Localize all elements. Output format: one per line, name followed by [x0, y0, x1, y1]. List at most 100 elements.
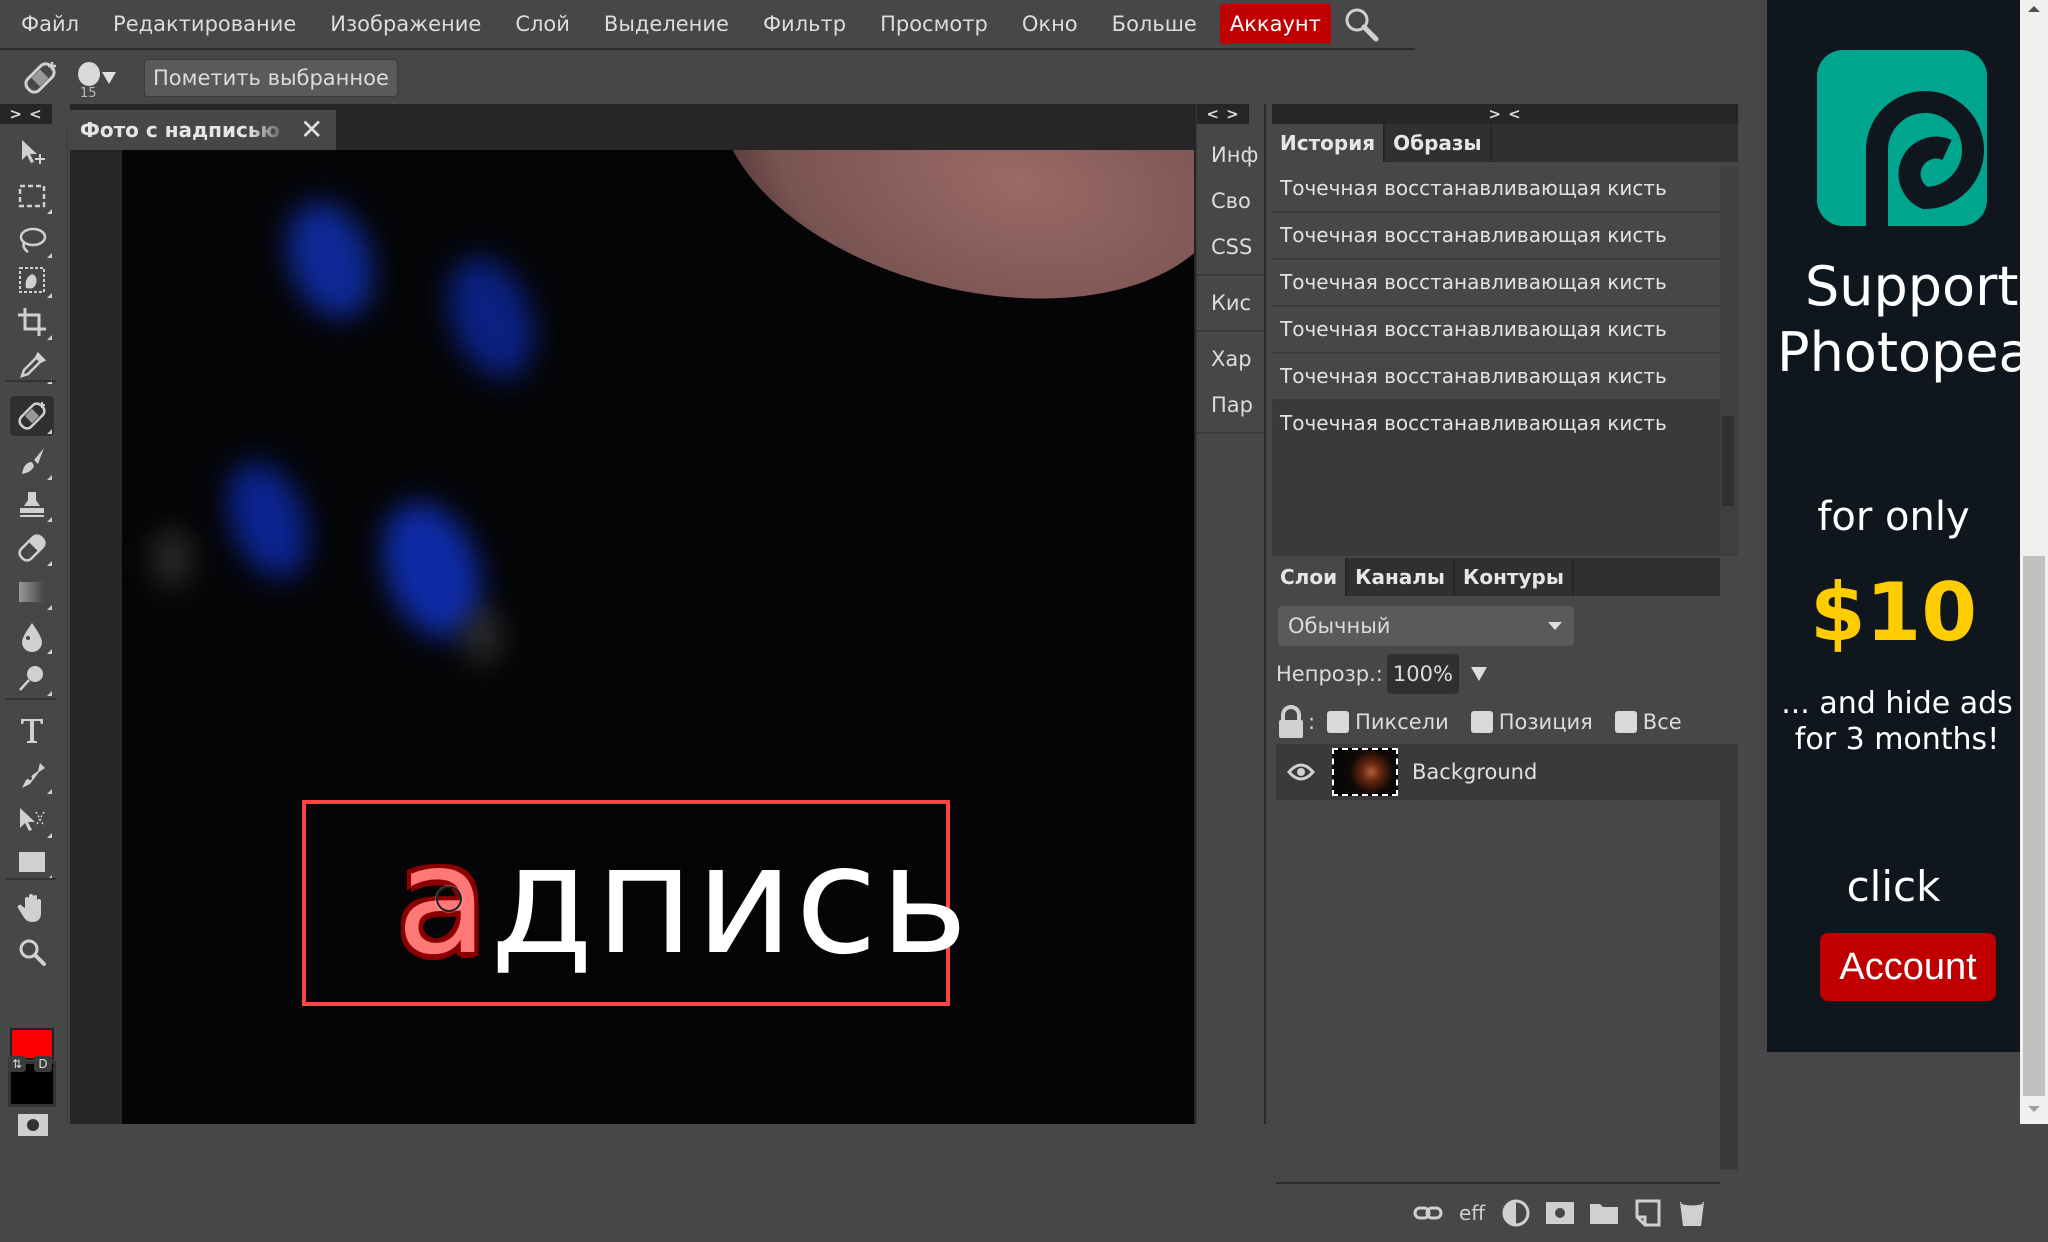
menu-layer[interactable]: Слой	[498, 3, 587, 45]
brush-icon	[22, 448, 44, 474]
lock-pixels-checkbox[interactable]	[1327, 711, 1350, 733]
marquee-tool[interactable]	[10, 176, 54, 216]
history-item[interactable]: Точечная восстанавливающая кисть	[1272, 401, 1720, 446]
brush-tool[interactable]	[10, 442, 54, 482]
mark-selected-button[interactable]: Пометить выбранное	[144, 59, 398, 97]
lasso-tool[interactable]	[10, 220, 54, 260]
tab-swatches[interactable]: Образы	[1385, 124, 1492, 162]
menu-file[interactable]: Файл	[4, 3, 96, 45]
blur-tool[interactable]	[10, 616, 54, 656]
default-colors-button[interactable]: D	[34, 1056, 52, 1072]
effects-icon[interactable]: eff	[1450, 1193, 1494, 1233]
quick-select-tool[interactable]	[10, 260, 54, 300]
spot-healing-tool[interactable]	[10, 396, 54, 436]
opacity-input[interactable]: 100%	[1386, 654, 1459, 694]
search-button[interactable]	[1339, 3, 1383, 45]
mask-icon[interactable]	[1538, 1193, 1582, 1233]
image-canvas[interactable]: адпись	[122, 150, 1194, 1124]
menu-more[interactable]: Больше	[1095, 3, 1214, 45]
layer-row[interactable]: Background	[1276, 744, 1720, 800]
folder-icon[interactable]	[1582, 1193, 1626, 1233]
trash-icon[interactable]	[1670, 1193, 1714, 1233]
tools-collapse-toggle[interactable]: > <	[0, 104, 52, 124]
new-layer-icon[interactable]	[1626, 1193, 1670, 1233]
adjustment-icon[interactable]	[1494, 1193, 1538, 1233]
quick-mask-button[interactable]	[18, 1114, 48, 1136]
lock-all-checkbox[interactable]	[1614, 711, 1637, 733]
menu-edit[interactable]: Редактирование	[96, 3, 313, 45]
right-panel-collapse-toggle[interactable]: > <	[1272, 104, 1738, 124]
menu-select[interactable]: Выделение	[587, 3, 746, 45]
dodge-tool[interactable]	[10, 658, 54, 698]
ad-title-line: Photopea	[1777, 321, 2020, 384]
stamp-icon	[20, 492, 44, 517]
hand-tool[interactable]	[10, 888, 54, 928]
tool-group-indicator	[47, 691, 52, 696]
crop-tool[interactable]	[10, 302, 54, 342]
visibility-toggle[interactable]	[1284, 762, 1318, 782]
gradient-tool[interactable]	[10, 572, 54, 612]
eraser-tool[interactable]	[10, 528, 54, 568]
pen-tool[interactable]	[10, 756, 54, 796]
shape-tool[interactable]	[10, 842, 54, 882]
tool-group-indicator	[47, 517, 52, 522]
lock-position-checkbox[interactable]	[1470, 711, 1493, 733]
divider	[6, 380, 56, 382]
tool-group-indicator	[47, 253, 52, 258]
history-item[interactable]: Точечная восстанавливающая кисть	[1272, 260, 1720, 305]
history-item[interactable]: Точечная восстанавливающая кисть	[1272, 166, 1720, 211]
brush-picker[interactable]: 15	[74, 56, 116, 101]
clone-stamp-tool[interactable]	[10, 484, 54, 524]
tool-preset-picker[interactable]	[18, 56, 62, 100]
type-tool[interactable]	[10, 710, 54, 750]
text-selection-box[interactable]: адпись	[302, 800, 968, 1006]
opacity-dropdown-icon[interactable]	[1470, 667, 1487, 681]
scroll-thumb[interactable]	[2023, 556, 2045, 1096]
history-item[interactable]: Точечная восстанавливающая кисть	[1272, 354, 1720, 399]
lock-all-label: Все	[1642, 710, 1682, 734]
panel-properties-button[interactable]: Сво	[1197, 178, 1264, 224]
close-icon[interactable]: ✕	[300, 116, 323, 144]
ad-account-button[interactable]: Account	[1820, 933, 1996, 1001]
panel-brush-button[interactable]: Кис	[1197, 280, 1264, 326]
layer-thumbnail	[1332, 748, 1398, 796]
panel-info-button[interactable]: Инф	[1197, 132, 1264, 178]
link-icon[interactable]	[1406, 1193, 1450, 1233]
panel-css-button[interactable]: CSS	[1197, 224, 1264, 270]
blend-mode-select[interactable]: Обычный	[1278, 606, 1574, 646]
tab-history[interactable]: История	[1272, 124, 1386, 162]
history-scrollbar[interactable]	[1720, 166, 1738, 556]
menu-view[interactable]: Просмотр	[863, 3, 1005, 45]
menu-image[interactable]: Изображение	[313, 3, 498, 45]
support-ad-banner[interactable]: Support Photopea for only $10 ... and hid…	[1767, 0, 2020, 1052]
scroll-down-arrow-icon[interactable]	[2028, 1106, 2040, 1112]
document-tab[interactable]: Фото с надписью ✕	[70, 110, 336, 150]
collapsed-panels: < > Инф Сво CSS Кис Хар Пар	[1196, 104, 1266, 1124]
menu-window[interactable]: Окно	[1005, 3, 1095, 45]
tab-layers[interactable]: Слои	[1272, 558, 1348, 596]
hand-icon	[17, 894, 41, 922]
history-scroll-thumb[interactable]	[1722, 416, 1734, 506]
layer-name[interactable]: Background	[1412, 760, 1537, 784]
mini-panel-collapse-toggle[interactable]: < >	[1197, 104, 1249, 124]
tab-channels[interactable]: Каналы	[1347, 558, 1455, 596]
history-item[interactable]: Точечная восстанавливающая кисть	[1272, 213, 1720, 258]
ad-for-only: for only	[1817, 494, 1970, 540]
scroll-up-arrow-icon[interactable]	[2028, 6, 2040, 12]
history-item[interactable]: Точечная восстанавливающая кисть	[1272, 307, 1720, 352]
lock-icon	[1279, 705, 1303, 738]
panel-paragraph-button[interactable]: Пар	[1197, 382, 1264, 428]
zoom-tool[interactable]	[10, 932, 54, 972]
eye-icon	[1287, 763, 1315, 781]
move-tool[interactable]	[10, 132, 54, 172]
menu-filter[interactable]: Фильтр	[746, 3, 863, 45]
tab-paths[interactable]: Контуры	[1455, 558, 1574, 596]
path-select-tool[interactable]	[10, 800, 54, 840]
divider	[6, 878, 56, 880]
bokeh-light	[152, 528, 192, 588]
layers-scrollbar[interactable]	[1720, 744, 1738, 1170]
swap-colors-button[interactable]: ⇅	[8, 1056, 26, 1072]
menu-account-button[interactable]: Аккаунт	[1219, 4, 1331, 44]
page-scrollbar[interactable]	[2020, 0, 2048, 1124]
panel-character-button[interactable]: Хар	[1197, 336, 1264, 382]
